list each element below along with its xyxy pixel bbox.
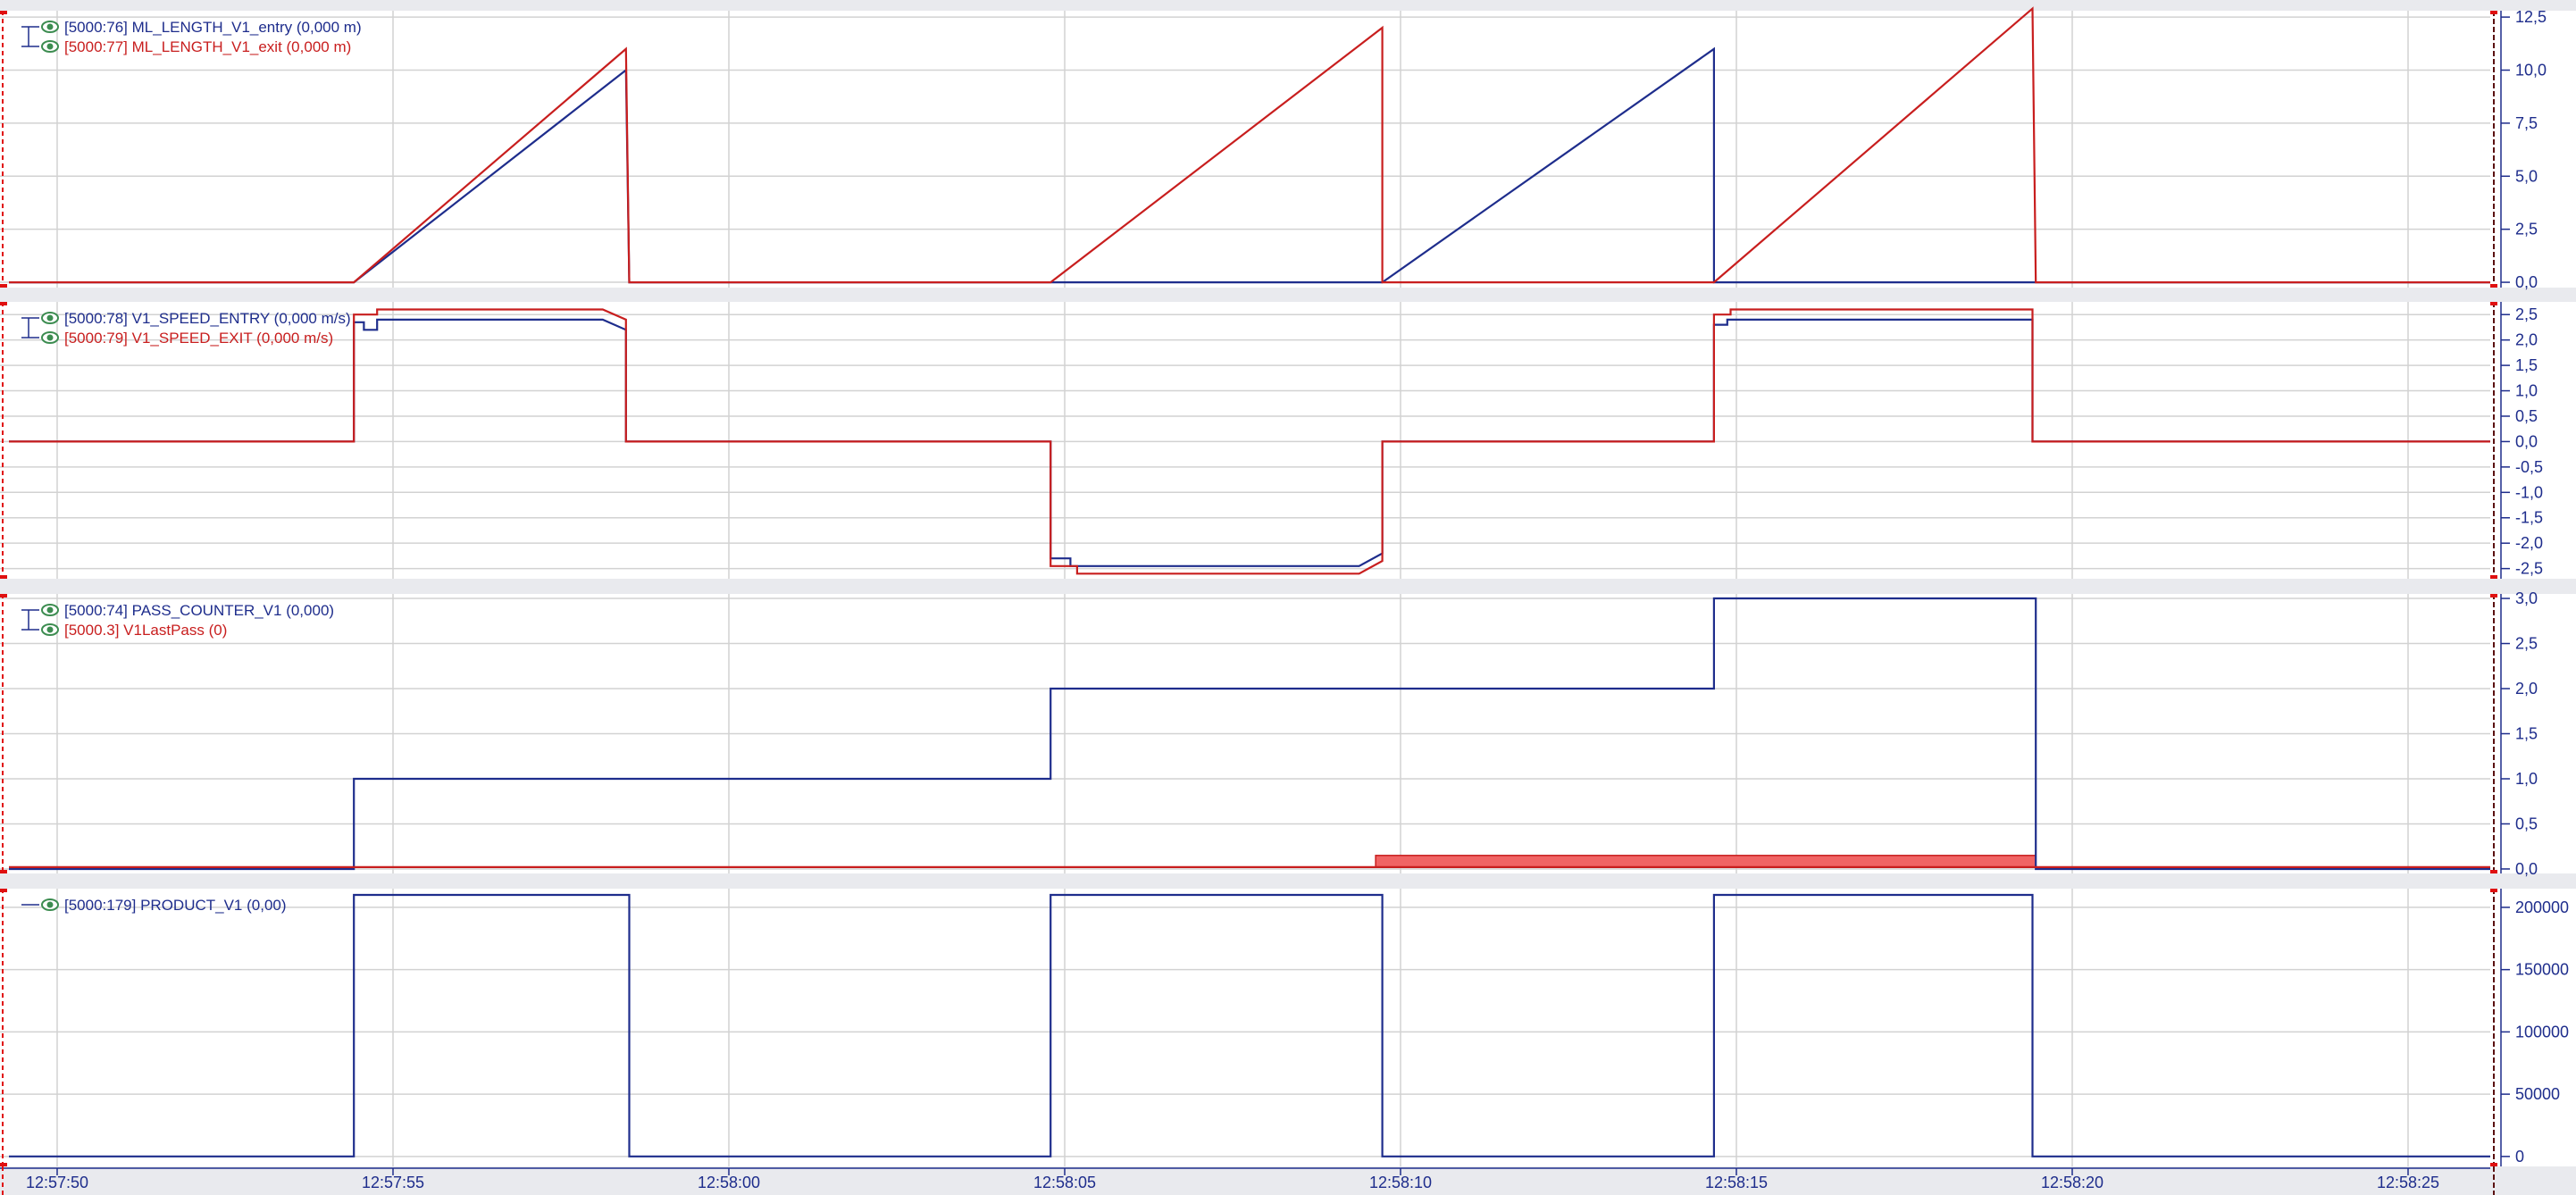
legend-entry[interactable]: [5000:76] ML_LENGTH_V1_entry (0,000 m) [64, 19, 362, 36]
cursor-handle[interactable] [2490, 575, 2497, 579]
y-tick-label: 12,5 [2515, 8, 2547, 26]
legend-entry[interactable]: [5000:79] V1_SPEED_EXIT (0,000 m/s) [64, 330, 333, 347]
y-tick-label: -0,5 [2515, 458, 2543, 476]
y-tick-label: -1,5 [2515, 509, 2543, 527]
y-tick-label: 200000 [2515, 898, 2569, 916]
y-tick-label: 1,0 [2515, 770, 2538, 788]
visibility-eye-icon[interactable] [41, 312, 59, 324]
cursor-handle[interactable] [0, 889, 7, 892]
cursor-handle[interactable] [0, 870, 7, 873]
time-tick-label: 12:57:55 [362, 1174, 424, 1191]
time-tick-label: 12:57:50 [26, 1174, 88, 1191]
cursor-handle[interactable] [2490, 11, 2497, 14]
y-tick-label: -2,5 [2515, 560, 2543, 578]
plot-background [0, 302, 2490, 579]
y-tick-label: 0,0 [2515, 860, 2538, 878]
y-tick-label: 0,5 [2515, 815, 2538, 832]
y-tick-label: 1,5 [2515, 356, 2538, 374]
series-fill-band [1375, 855, 2037, 868]
plot-background [0, 11, 2490, 288]
y-tick-label: 0,0 [2515, 432, 2538, 450]
visibility-eye-icon[interactable] [41, 604, 59, 616]
cursor-handle[interactable] [2490, 889, 2497, 892]
cursor-handle[interactable] [0, 594, 7, 598]
cursor-handle[interactable] [2490, 284, 2497, 288]
cursor-handle[interactable] [0, 302, 7, 305]
y-tick-label: 0,5 [2515, 407, 2538, 425]
trend-viewer: 12,5 10,0 7,5 5,0 2,5 0,0 [5000:76] ML_LENGTH_… [0, 0, 2576, 1195]
cursor-handle[interactable] [2490, 594, 2497, 598]
cursor-handle[interactable] [0, 575, 7, 579]
y-tick-label: -1,0 [2515, 483, 2543, 501]
cursor-handle[interactable] [2490, 302, 2497, 305]
y-tick-label: 150000 [2515, 961, 2569, 979]
cursor-handle[interactable] [2490, 870, 2497, 873]
cursor-handle[interactable] [0, 284, 7, 288]
y-tick-label: 2,5 [2515, 635, 2538, 653]
cursor-handle[interactable] [0, 1163, 7, 1166]
y-tick-label: 10,0 [2515, 62, 2547, 79]
legend-entry[interactable]: [5000.3] V1LastPass (0) [64, 622, 227, 639]
y-tick-label: 7,5 [2515, 114, 2538, 132]
time-tick-label: 12:58:00 [698, 1174, 760, 1191]
visibility-eye-icon[interactable] [41, 40, 59, 53]
trend-chart-area[interactable]: 12,5 10,0 7,5 5,0 2,5 0,0 [5000:76] ML_LENGTH_… [0, 0, 2576, 1195]
y-tick-label: 1,0 [2515, 382, 2538, 400]
legend-entry[interactable]: [5000:74] PASS_COUNTER_V1 (0,000) [64, 602, 334, 619]
chart-pane-2: 2,5 2,0 1,5 1,0 0,5 0,0 -0,5 -1,0 -1,5 -2,0 -2,5 [5… [0, 302, 2576, 579]
y-tick-label: 100000 [2515, 1023, 2569, 1040]
visibility-eye-icon[interactable] [41, 623, 59, 636]
y-tick-label: 0,0 [2515, 273, 2538, 291]
cursor-handle[interactable] [0, 11, 7, 14]
plot-background [0, 889, 2490, 1166]
y-axis-background [2490, 11, 2576, 288]
visibility-eye-icon[interactable] [41, 898, 59, 911]
time-tick-label: 12:58:05 [1033, 1174, 1096, 1191]
y-tick-label: 50000 [2515, 1085, 2560, 1103]
chart-pane-3: 3,0 2,5 2,0 1,5 1,0 0,5 0,0 [5000:74] PASS_COUN… [0, 589, 2576, 878]
y-tick-label: 1,5 [2515, 725, 2538, 743]
legend-entry[interactable]: [5000:179] PRODUCT_V1 (0,00) [64, 897, 287, 914]
chart-pane-1: 12,5 10,0 7,5 5,0 2,5 0,0 [5000:76] ML_LENGTH_… [0, 6, 2576, 291]
y-tick-label: 5,0 [2515, 167, 2538, 185]
time-tick-label: 12:58:10 [1369, 1174, 1432, 1191]
time-tick-label: 12:58:15 [1705, 1174, 1768, 1191]
y-tick-label: 2,0 [2515, 331, 2538, 349]
chart-pane-4: 200000 150000 100000 50000 0 [5000:179] PRODU… [0, 889, 2576, 1166]
time-axis: 12:57:50 12:57:55 12:58:00 12:58:05 12:58:10… [0, 1166, 2576, 1195]
y-tick-label: 2,0 [2515, 680, 2538, 698]
y-tick-label: 0 [2515, 1148, 2524, 1166]
time-tick-label: 12:58:20 [2041, 1174, 2103, 1191]
y-tick-label: 2,5 [2515, 305, 2538, 323]
y-tick-label: 3,0 [2515, 589, 2538, 607]
y-tick-label: -2,0 [2515, 534, 2543, 552]
cursor-handle[interactable] [2490, 1163, 2497, 1166]
time-tick-label: 12:58:25 [2377, 1174, 2439, 1191]
y-tick-label: 2,5 [2515, 221, 2538, 238]
legend-entry[interactable]: [5000:78] V1_SPEED_ENTRY (0,000 m/s) [64, 310, 351, 327]
visibility-eye-icon[interactable] [41, 331, 59, 344]
visibility-eye-icon[interactable] [41, 21, 59, 33]
legend-entry[interactable]: [5000:77] ML_LENGTH_V1_exit (0,000 m) [64, 38, 351, 55]
